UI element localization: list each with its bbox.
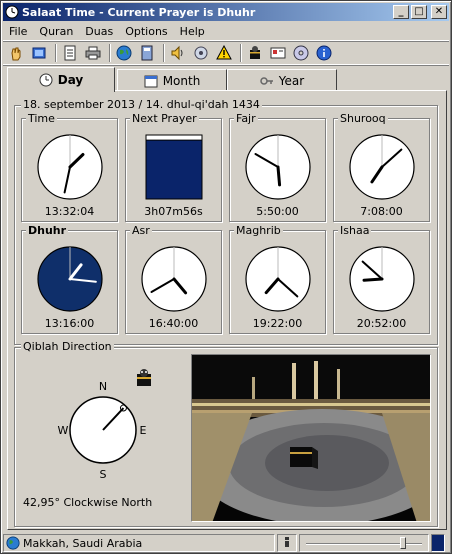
clock-time-value: 13:16:00 <box>44 317 95 330</box>
clock-time-value: 20:52:00 <box>356 317 407 330</box>
tab-month-label: Month <box>162 73 201 88</box>
menu-options[interactable]: Options <box>119 25 173 38</box>
clock-label: Asr <box>130 224 152 237</box>
tab-year[interactable]: Year <box>227 69 337 91</box>
clock-time-value: 5:50:00 <box>256 205 299 218</box>
kaaba-photo <box>191 354 431 522</box>
clock-card-fajr: Fajr 5:50:00 <box>229 112 326 222</box>
hour-hand <box>362 277 384 282</box>
clock-face <box>37 134 103 200</box>
clock-time-value: 19:22:00 <box>252 317 303 330</box>
countdown-gauge <box>145 134 203 200</box>
clock-card-asr: Asr 16:40:00 <box>125 224 222 334</box>
key-icon <box>260 74 274 88</box>
qiblah-group: Qiblah Direction N S W E 42,95° Clockwis… <box>14 340 438 527</box>
hand-icon[interactable] <box>6 43 26 63</box>
clock-label: Fajr <box>234 112 258 125</box>
compass-east: E <box>140 424 147 437</box>
clock-face <box>349 246 415 312</box>
clock-face <box>245 246 311 312</box>
status-location: Makkah, Saudi Arabia <box>23 536 143 550</box>
notes-icon[interactable] <box>60 43 80 63</box>
open-icon[interactable] <box>29 43 49 63</box>
menu-quran[interactable]: Quran <box>33 25 79 38</box>
gauge-fill <box>145 139 203 200</box>
menu-duas[interactable]: Duas <box>79 25 119 38</box>
date-header: 18. september 2013 / 14. dhul-qi'dah 143… <box>21 98 262 111</box>
compass-west: W <box>58 424 69 437</box>
status-location-pane: Makkah, Saudi Arabia <box>3 534 275 552</box>
calculator-icon[interactable] <box>137 43 157 63</box>
maximize-button[interactable]: □ <box>411 5 427 19</box>
card-icon[interactable] <box>268 43 288 63</box>
close-button[interactable]: ✕ <box>431 5 447 19</box>
menu-file[interactable]: File <box>3 25 33 38</box>
clock-face <box>37 246 103 312</box>
clock-time-value: 3h07m56s <box>144 205 203 218</box>
tab-day[interactable]: Day <box>7 67 115 92</box>
qiblah-title: Qiblah Direction <box>21 340 114 353</box>
clock-card-time: Time 13:32:04 <box>21 112 118 222</box>
volume-slider[interactable] <box>299 534 429 552</box>
clock-time-value: 7:08:00 <box>360 205 403 218</box>
hour-hand <box>276 165 282 187</box>
calendar-icon <box>144 74 158 88</box>
menu-help[interactable]: Help <box>174 25 211 38</box>
disc-icon[interactable] <box>291 43 311 63</box>
slider-thumb[interactable] <box>400 537 406 549</box>
clock-face <box>349 134 415 200</box>
toolbar-separator <box>55 44 57 62</box>
toolbar-separator <box>163 44 165 62</box>
clock-icon <box>39 73 53 87</box>
day-panel: 18. september 2013 / 14. dhul-qi'dah 143… <box>7 90 447 530</box>
minimize-button[interactable]: _ <box>393 5 409 19</box>
settings-icon[interactable] <box>191 43 211 63</box>
clock-label: Time <box>26 112 57 125</box>
kaaba-icon[interactable] <box>245 43 265 63</box>
window-title: Salaat Time - Current Prayer is Dhuhr <box>22 5 256 19</box>
clock-card-maghrib: Maghrib 19:22:00 <box>229 224 326 334</box>
compass-north: N <box>99 380 107 393</box>
clock-face <box>141 246 207 312</box>
app-icon <box>5 5 19 19</box>
toolbar-separator <box>109 44 111 62</box>
status-indicator <box>431 534 445 552</box>
info-icon[interactable] <box>314 43 334 63</box>
clock-label: Shurooq <box>338 112 388 125</box>
print-icon[interactable] <box>83 43 103 63</box>
compass-south: S <box>100 468 107 481</box>
info-icon <box>282 536 292 551</box>
clock-label: Maghrib <box>234 224 283 237</box>
warning-icon[interactable] <box>214 43 234 63</box>
status-info-pane[interactable] <box>277 534 297 552</box>
app-window: Salaat Time - Current Prayer is Dhuhr _ … <box>0 0 452 554</box>
status-bar: Makkah, Saudi Arabia <box>3 533 449 553</box>
clock-label: Next Prayer <box>130 112 199 125</box>
tab-month[interactable]: Month <box>117 69 227 91</box>
kaaba-icon <box>133 366 155 391</box>
tab-year-label: Year <box>278 73 305 88</box>
clock-label: Ishaa <box>338 224 372 237</box>
clock-card-shurooq: Shurooq 7:08:00 <box>333 112 430 222</box>
clock-label: Dhuhr <box>26 224 69 237</box>
speaker-icon[interactable] <box>168 43 188 63</box>
clock-card-next-prayer: Next Prayer 3h07m56s <box>125 112 222 222</box>
clock-card-ishaa: Ishaa 20:52:00 <box>333 224 430 334</box>
tab-day-label: Day <box>57 73 84 87</box>
toolbar <box>3 41 449 65</box>
clock-time-value: 13:32:04 <box>44 205 95 218</box>
globe-icon[interactable] <box>114 43 134 63</box>
tab-strip: Day Month Year <box>7 67 447 92</box>
menu-bar: File Quran Duas Options Help <box>3 22 449 40</box>
globe-icon <box>6 536 20 550</box>
title-bar[interactable]: Salaat Time - Current Prayer is Dhuhr _ … <box>3 3 449 21</box>
clock-card-dhuhr: Dhuhr 13:16:00 <box>21 224 118 334</box>
qiblah-direction-text: 42,95° Clockwise North <box>23 496 153 509</box>
clock-face <box>245 134 311 200</box>
prayer-times-group: 18. september 2013 / 14. dhul-qi'dah 143… <box>14 98 438 345</box>
toolbar-separator <box>240 44 242 62</box>
clock-time-value: 16:40:00 <box>148 317 199 330</box>
